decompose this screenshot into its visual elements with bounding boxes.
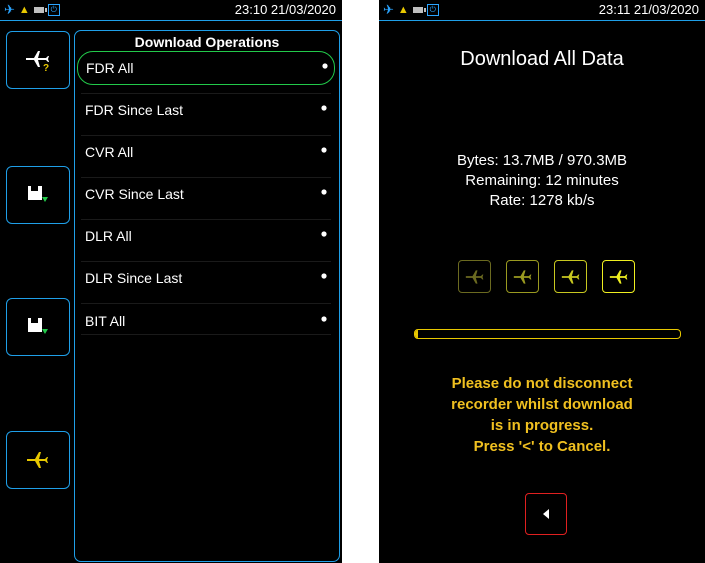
menu-item-dlr-since-last[interactable]: DLR Since Last <box>77 262 333 294</box>
warning-line: Press '<' to Cancel. <box>473 438 611 455</box>
menu-item-label: BIT All <box>85 313 126 329</box>
network-icon: ▲ <box>397 4 409 16</box>
status-icons: ✈ ▲ ⏻ <box>383 3 439 17</box>
menu-item-label: CVR Since Last <box>85 186 184 202</box>
download-operations-screen: ✈ ▲ ⏻ 23:10 21/03/2020 ? Download Operat… <box>0 0 342 563</box>
plug-icon: ⏻ <box>47 4 60 16</box>
airplane-icon <box>513 269 531 284</box>
warning-line: is in progress. <box>490 417 594 434</box>
aircraft-button[interactable] <box>6 431 70 489</box>
divider <box>81 303 331 304</box>
airplane-yellow-icon <box>27 452 48 468</box>
status-time: 23:10 21/03/2020 <box>234 2 336 17</box>
download-all-data-screen: ✈ ▲ ⏻ 23:11 21/03/2020 Download All Data… <box>379 0 705 563</box>
save-icon <box>28 186 48 202</box>
aircraft-help-button[interactable]: ? <box>6 31 70 89</box>
panel-title: Download Operations <box>134 34 280 50</box>
menu-item-label: CVR All <box>85 144 134 160</box>
bullet-icon <box>322 63 328 69</box>
airplane-icon: ✈ <box>4 2 15 17</box>
bullet-icon <box>321 147 327 153</box>
save-icon <box>28 318 48 334</box>
stage-indicator <box>554 260 587 293</box>
stage-indicator <box>458 260 491 293</box>
bullet-icon <box>321 105 327 111</box>
bullet-icon <box>321 231 327 237</box>
download-progress-bar <box>414 329 681 339</box>
progress-fill <box>415 330 419 338</box>
airplane-icon <box>465 269 483 284</box>
rate-readout: Rate: 1278 kb/s <box>489 192 595 209</box>
remaining-readout: Remaining: 12 minutes <box>465 172 619 189</box>
status-time: 23:11 21/03/2020 <box>598 2 699 17</box>
divider <box>81 334 331 335</box>
airplane-icon: ✈ <box>383 2 394 17</box>
bullet-icon <box>321 189 327 195</box>
bytes-readout: Bytes: 13.7MB / 970.3MB <box>456 152 628 169</box>
menu-item-cvr-all[interactable]: CVR All <box>77 136 333 168</box>
network-icon: ▲ <box>18 4 30 16</box>
save-button-2[interactable] <box>6 298 70 356</box>
status-icons: ✈ ▲ ⏻ <box>4 3 60 17</box>
warning-line: recorder whilst download <box>451 396 633 413</box>
status-bar: ✈ ▲ ⏻ 23:11 21/03/2020 <box>379 0 705 21</box>
bullet-icon <box>321 273 327 279</box>
status-bar: ✈ ▲ ⏻ 23:10 21/03/2020 <box>0 0 342 21</box>
stage-indicator <box>506 260 539 293</box>
save-button-1[interactable] <box>6 166 70 224</box>
airplane-icon <box>609 269 627 284</box>
menu-item-bit-all[interactable]: BIT All <box>77 305 333 337</box>
cancel-back-button[interactable] <box>525 493 567 535</box>
menu-item-label: FDR All <box>86 60 134 76</box>
battery-icon <box>412 7 426 13</box>
menu-item-dlr-all[interactable]: DLR All <box>77 220 333 252</box>
battery-icon <box>33 7 47 13</box>
svg-text:?: ? <box>43 63 49 72</box>
menu-item-label: DLR All <box>85 228 132 244</box>
airplane-icon <box>561 269 579 284</box>
menu-item-label: DLR Since Last <box>85 270 183 286</box>
page-title: Download All Data <box>460 48 624 70</box>
menu-item-fdr-all[interactable]: FDR All <box>77 51 335 85</box>
left-triangle-icon <box>543 509 549 519</box>
menu-item-cvr-since-last[interactable]: CVR Since Last <box>77 178 333 210</box>
stage-indicator <box>602 260 635 293</box>
menu-item-label: FDR Since Last <box>85 102 184 118</box>
warning-line: Please do not disconnect <box>451 375 633 392</box>
plane-help-icon: ? <box>26 51 49 72</box>
plug-icon: ⏻ <box>426 4 439 16</box>
bullet-icon <box>321 316 327 322</box>
download-operations-panel: Download Operations FDR All FDR Since La… <box>74 30 340 562</box>
menu-item-fdr-since-last[interactable]: FDR Since Last <box>77 94 333 126</box>
